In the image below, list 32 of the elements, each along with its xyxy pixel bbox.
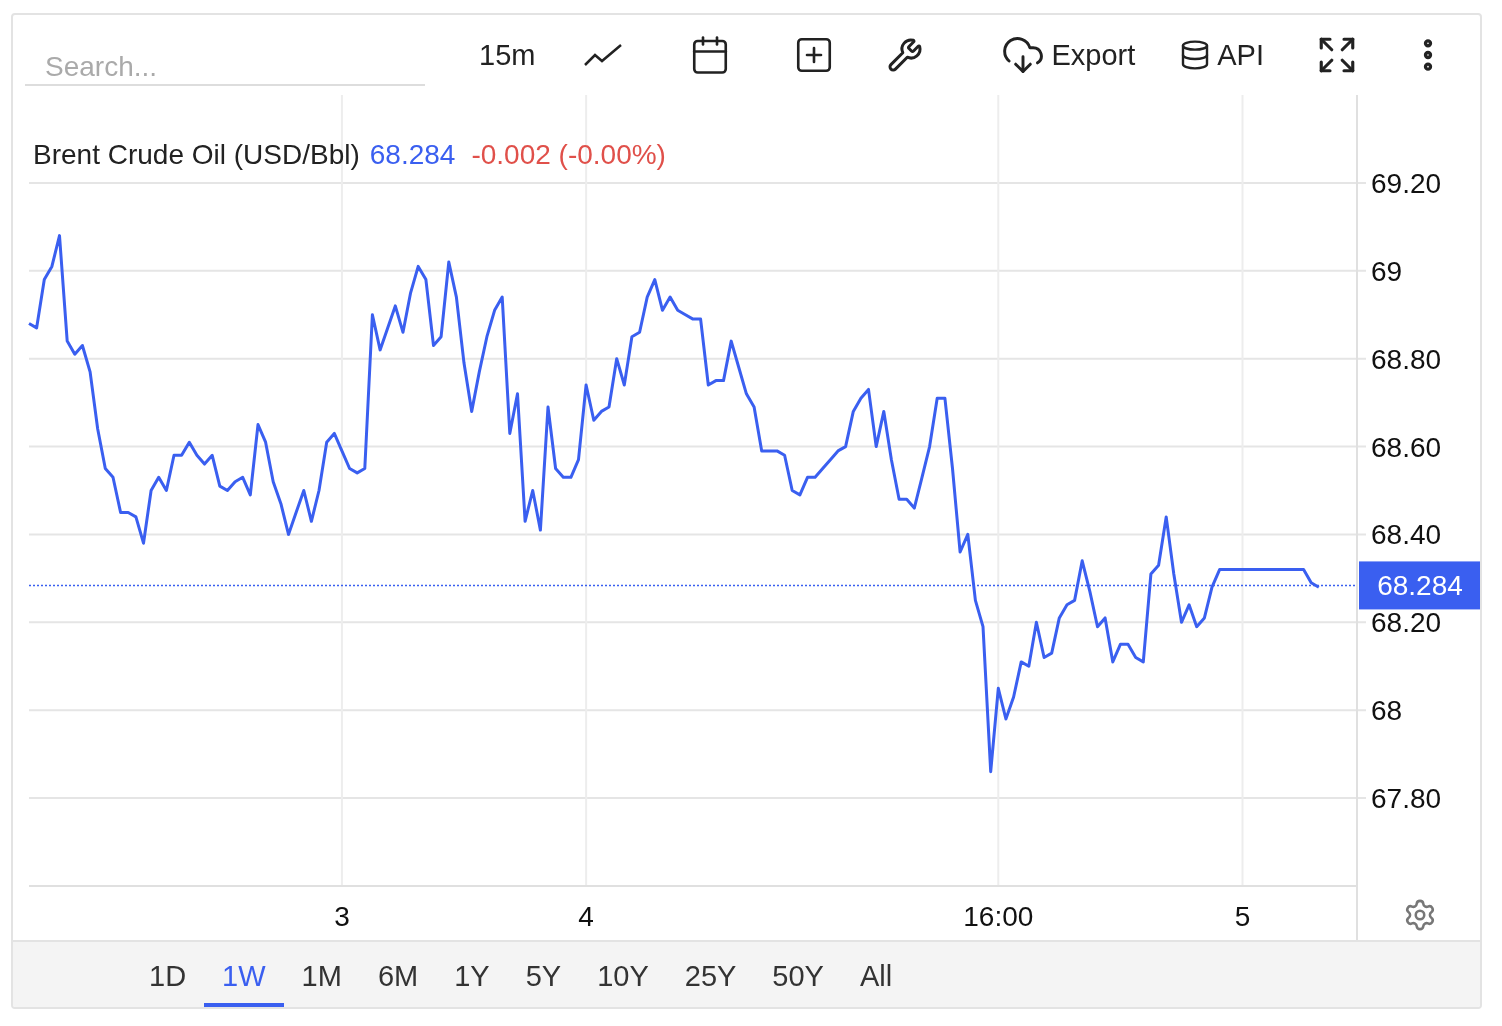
- range-tab[interactable]: 10Y: [579, 960, 667, 1007]
- range-tab[interactable]: 25Y: [666, 960, 755, 1007]
- x-axis-label: 5: [1234, 901, 1251, 932]
- line-chart-icon[interactable]: [583, 42, 624, 68]
- y-axis-label: 69.20: [1371, 167, 1442, 199]
- api-button[interactable]: API: [1179, 33, 1264, 77]
- range-tab[interactable]: 5Y: [507, 960, 580, 1007]
- ref-line-label: 68.284: [1377, 570, 1463, 602]
- x-axis-label: 4: [578, 901, 594, 932]
- y-axis-label: 68: [1371, 695, 1403, 727]
- range-tab[interactable]: 1W: [204, 960, 284, 1007]
- range-tab[interactable]: All: [841, 960, 911, 1007]
- range-tab[interactable]: 50Y: [754, 960, 842, 1007]
- y-axis-label: 68.20: [1371, 607, 1442, 639]
- range-tab[interactable]: 6M: [359, 960, 437, 1007]
- interval-button[interactable]: 15m: [479, 33, 536, 77]
- settings-icon[interactable]: [1403, 898, 1437, 932]
- y-axis-label: 68.80: [1371, 343, 1442, 375]
- y-axis-label: 68.60: [1371, 431, 1442, 463]
- range-tab[interactable]: 1Y: [436, 960, 508, 1007]
- price-change: -0.002 (-0.00%): [471, 139, 666, 171]
- export-button[interactable]: Export: [1001, 33, 1136, 77]
- last-price-tag: 68.284: [1359, 561, 1480, 610]
- x-axis-label: 16:00: [963, 901, 1034, 932]
- instrument-name: Brent Crude Oil (USD/Bbl): [33, 139, 360, 171]
- y-axis-label: 67.80: [1371, 783, 1442, 815]
- last-price: 68.284: [369, 139, 456, 171]
- x-axis-label: 3: [334, 901, 350, 932]
- range-tab[interactable]: 1D: [131, 960, 205, 1007]
- y-axis-label: 68.40: [1371, 519, 1442, 551]
- y-axis-label: 69: [1371, 255, 1403, 287]
- range-tab[interactable]: 1M: [283, 960, 360, 1007]
